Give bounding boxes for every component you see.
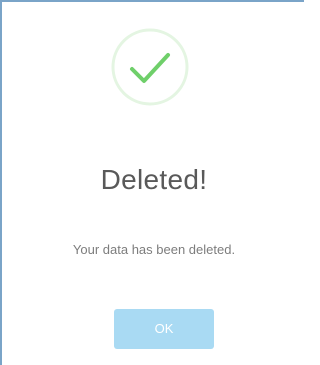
dialog-message: Your data has been deleted. [72,242,236,257]
success-checkmark-icon [110,27,190,107]
ok-button[interactable]: OK [114,309,214,349]
dialog-title: Deleted! [100,164,208,195]
alert-dialog: Deleted! Your data has been deleted. OK [0,0,304,365]
